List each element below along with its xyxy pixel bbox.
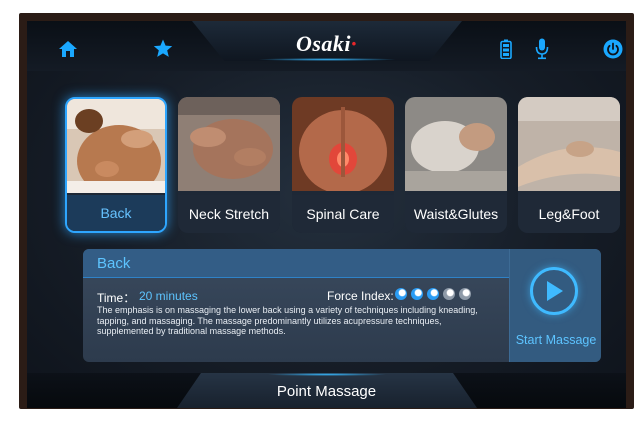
- microphone-icon[interactable]: [535, 38, 549, 60]
- program-label-neck-stretch: Neck Stretch: [178, 195, 280, 233]
- program-label-leg-foot: Leg&Foot: [518, 195, 620, 233]
- program-photo-neck-stretch: [178, 97, 280, 191]
- program-detail-panel: Back Time： 20 minutes Force Index: The e…: [83, 249, 601, 362]
- bottom-bar-glow: [267, 373, 387, 376]
- time-label: Time：: [97, 291, 136, 305]
- massage-chair-screen: Osaki· Back Neck Stretch Spinal Care Wai…: [27, 21, 626, 408]
- program-photo-back: [67, 99, 165, 193]
- program-photo-spinal-care: [292, 97, 394, 191]
- program-label-back: Back: [67, 195, 165, 231]
- force-index-indicator: [395, 288, 471, 300]
- program-label-spinal-care: Spinal Care: [292, 195, 394, 233]
- program-card-leg-foot[interactable]: Leg&Foot: [518, 97, 620, 233]
- program-card-spinal-care[interactable]: Spinal Care: [292, 97, 394, 233]
- top-bar-glow: [257, 58, 397, 61]
- force-dot: [427, 288, 439, 300]
- play-icon: [530, 267, 578, 315]
- power-icon[interactable]: [603, 39, 623, 59]
- home-icon[interactable]: [58, 40, 78, 58]
- start-massage-label: Start Massage: [515, 333, 597, 347]
- program-photo-leg-foot: [518, 97, 620, 191]
- force-index-label: Force Index:: [327, 289, 394, 303]
- favorite-star-icon[interactable]: [153, 39, 173, 58]
- force-dot: [411, 288, 423, 300]
- time-value: 20 minutes: [139, 289, 198, 303]
- point-massage-tab[interactable]: Point Massage: [27, 383, 626, 400]
- panel-header: [83, 249, 509, 278]
- start-massage-button[interactable]: Start Massage: [509, 249, 601, 362]
- force-dot: [459, 288, 471, 300]
- program-photo-waist-glutes: [405, 97, 507, 191]
- force-dot: [395, 288, 407, 300]
- program-card-back[interactable]: Back: [65, 97, 167, 233]
- program-card-waist-glutes[interactable]: Waist&Glutes: [405, 97, 507, 233]
- program-description: The emphasis is on massaging the lower b…: [97, 305, 478, 336]
- program-label-waist-glutes: Waist&Glutes: [405, 195, 507, 233]
- program-title: Back: [97, 255, 131, 272]
- force-dot: [443, 288, 455, 300]
- program-card-neck-stretch[interactable]: Neck Stretch: [178, 97, 280, 233]
- battery-icon: [500, 39, 512, 59]
